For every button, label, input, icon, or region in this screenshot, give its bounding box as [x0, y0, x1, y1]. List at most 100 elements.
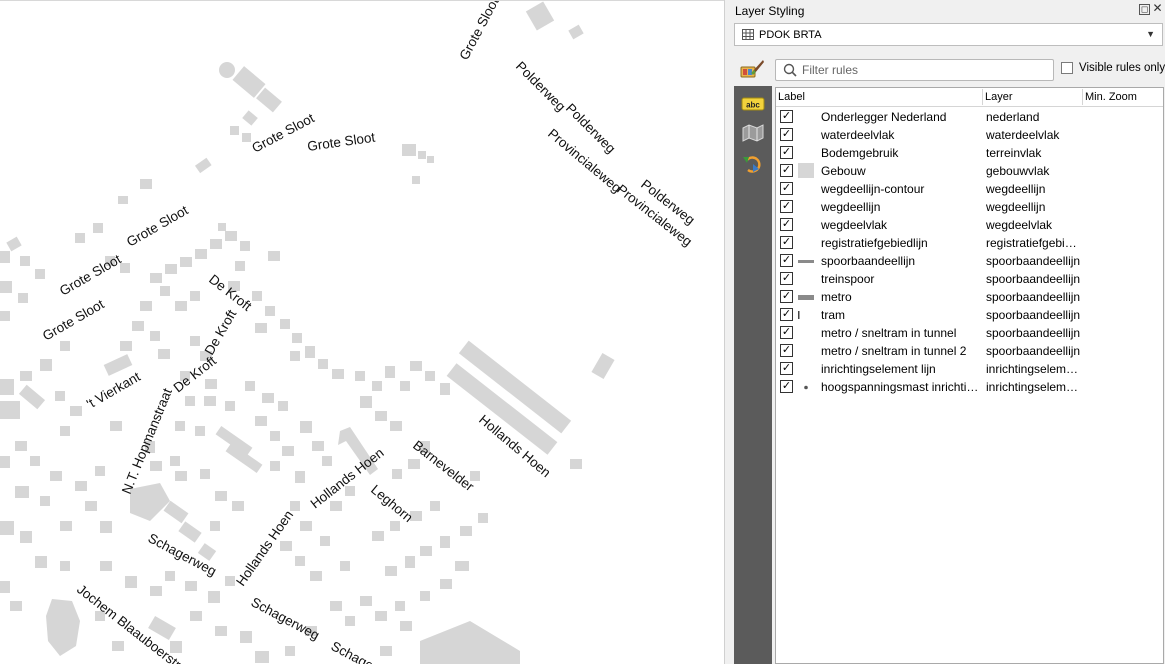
search-icon [783, 63, 797, 77]
rule-checkbox[interactable]: ✓ [780, 164, 793, 177]
checkbox-box[interactable] [1061, 62, 1073, 74]
symbol-preview-icon [797, 235, 815, 251]
map-label: Provincialeweg [545, 126, 624, 196]
symbol-preview-icon [798, 260, 814, 263]
rule-checkbox[interactable]: ✓ [780, 254, 793, 267]
table-row[interactable]: ✓ metro / sneltram in tunnel spoorbaandeel… [776, 324, 1163, 342]
rule-checkbox[interactable]: ✓ [780, 272, 793, 285]
map-label: Leghorn [368, 482, 416, 525]
layer-select[interactable]: PDOK BRTA ▼ [734, 23, 1163, 46]
rule-label: metro / sneltram in tunnel [821, 326, 957, 340]
filter-rules-input[interactable] [802, 62, 1047, 78]
buildings [0, 1, 615, 664]
table-row[interactable]: ✓ Gebouw gebouwvlak [776, 162, 1163, 180]
table-row[interactable]: ✓ treinspoor spoorbaandeellijn [776, 270, 1163, 288]
visible-rules-only-label: Visible rules only [1079, 62, 1165, 74]
symbol-preview-icon [797, 217, 815, 233]
table-row[interactable]: ✓ wegdeelvlak wegdeelvlak [776, 216, 1163, 234]
rule-layer: spoorbaandeellijn [986, 344, 1081, 358]
map-label: Barnevelder [410, 438, 477, 495]
mask-map-icon[interactable] [739, 120, 767, 144]
table-row[interactable]: ✓ waterdeelvlak waterdeelvlak [776, 126, 1163, 144]
map-svg[interactable]: Grote Sloot Grote Sloot Grote Sloot Grot… [0, 1, 724, 664]
map-label: Jochem Blaauboerstra [74, 582, 190, 664]
rule-label: Onderlegger Nederland [821, 110, 947, 124]
rule-checkbox[interactable]: ✓ [780, 182, 793, 195]
rule-label: metro / sneltram in tunnel 2 [821, 344, 967, 358]
rule-layer: gebouwvlak [986, 164, 1050, 178]
rule-label: wegdeelvlak [821, 218, 888, 232]
rule-layer: inrichtingselement [986, 362, 1081, 376]
column-header-label[interactable]: Label [778, 91, 805, 103]
rule-layer: nederland [986, 110, 1040, 124]
rule-checkbox[interactable]: ✓ [780, 344, 793, 357]
table-header: Label Layer Min. Zoom [776, 88, 1163, 107]
rule-layer: spoorbaandeellijn [986, 290, 1081, 304]
column-header-min-zoom[interactable]: Min. Zoom [1085, 91, 1137, 103]
table-row[interactable]: ✓ inrichtingselement lijn inrichtingseleme… [776, 360, 1163, 378]
rule-label: treinspoor [821, 272, 875, 286]
table-grid-icon [742, 29, 754, 40]
rule-label: hoogspanningsmast inrichtingselement [821, 380, 981, 394]
rule-checkbox[interactable]: ✓ [780, 110, 793, 123]
rule-checkbox[interactable]: ✓ [780, 236, 793, 249]
table-row[interactable]: ✓ wegdeellijn wegdeellijn [776, 198, 1163, 216]
table-row[interactable]: ✓ spoorbaandeellijn spoorbaandeellijn [776, 252, 1163, 270]
layer-select-value: PDOK BRTA [759, 29, 822, 41]
map-label: Grote Sloot [57, 251, 124, 298]
table-row[interactable]: ✓ tram spoorbaandeellijn [776, 306, 1163, 324]
rule-layer: registratiefgebiedlijn [986, 236, 1081, 250]
rule-label: registratiefgebiedlijn [821, 236, 928, 250]
labels-abc-icon[interactable]: abc [739, 92, 767, 116]
rule-label: waterdeelvlak [821, 128, 895, 142]
rule-checkbox[interactable]: ✓ [780, 290, 793, 303]
rule-layer: terreinvlak [986, 146, 1042, 160]
rule-label: inrichtingselement lijn [821, 362, 936, 376]
table-row[interactable]: ✓ registratiefgebiedlijn registratiefgebie… [776, 234, 1163, 252]
rule-checkbox[interactable]: ✓ [780, 146, 793, 159]
column-header-layer[interactable]: Layer [985, 91, 1013, 103]
close-icon[interactable]: ✕ [1152, 2, 1163, 15]
chevron-down-icon: ▼ [1146, 29, 1155, 39]
table-row[interactable]: ✓ metro spoorbaandeellijn [776, 288, 1163, 306]
rule-layer: wegdeellijn [986, 200, 1046, 214]
symbol-preview-icon [797, 343, 815, 359]
rule-layer: wegdeellijn [986, 182, 1046, 196]
table-row[interactable]: ✓ Bodemgebruik terreinvlak [776, 144, 1163, 162]
symbol-preview-icon [797, 127, 815, 143]
map-label: Grote Sloot [306, 130, 376, 154]
rule-checkbox[interactable]: ✓ [780, 362, 793, 375]
map-label: Schagerweg [249, 594, 322, 642]
table-row[interactable]: ✓ hoogspanningsmast inrichtingselement inr… [776, 378, 1163, 396]
float-panel-icon[interactable]: ◻ [1139, 4, 1150, 15]
map-label: Polderweg [513, 59, 569, 115]
rule-label: metro [821, 290, 852, 304]
map-label: De Kroft [206, 272, 254, 314]
symbol-preview-icon [797, 145, 815, 161]
table-row[interactable]: ✓ wegdeellijn-contour wegdeellijn [776, 180, 1163, 198]
rule-checkbox[interactable]: ✓ [780, 308, 793, 321]
style-brush-icon[interactable] [739, 57, 765, 81]
rule-checkbox[interactable]: ✓ [780, 200, 793, 213]
rule-checkbox[interactable]: ✓ [780, 128, 793, 141]
symbol-preview-icon [798, 163, 814, 178]
styling-tool-strip: abc [734, 86, 772, 664]
rule-label: wegdeellijn-contour [821, 182, 925, 196]
map-canvas[interactable]: Grote Sloot Grote Sloot Grote Sloot Grot… [0, 0, 724, 664]
table-row[interactable]: ✓ Onderlegger Nederland nederland [776, 108, 1163, 126]
map-labels: Grote Sloot Grote Sloot Grote Sloot Grot… [40, 1, 698, 664]
history-undo-icon[interactable] [739, 152, 767, 176]
map-label: 't Vierkant [84, 369, 143, 412]
rule-checkbox[interactable]: ✓ [780, 326, 793, 339]
table-row[interactable]: ✓ metro / sneltram in tunnel 2 spoorbaande… [776, 342, 1163, 360]
map-label: Grote Sloot [40, 296, 107, 343]
rule-checkbox[interactable]: ✓ [780, 380, 793, 393]
rule-layer: inrichtingselement [986, 380, 1081, 394]
map-label: Hollands Hoen [308, 445, 387, 511]
rules-table[interactable]: Label Layer Min. Zoom ✓ Onderlegger Neder… [775, 87, 1164, 664]
rule-label: wegdeellijn [821, 200, 881, 214]
symbol-preview-icon [797, 109, 815, 125]
rule-checkbox[interactable]: ✓ [780, 218, 793, 231]
filter-rules-field[interactable] [775, 59, 1054, 81]
map-label: Schager [329, 638, 381, 664]
